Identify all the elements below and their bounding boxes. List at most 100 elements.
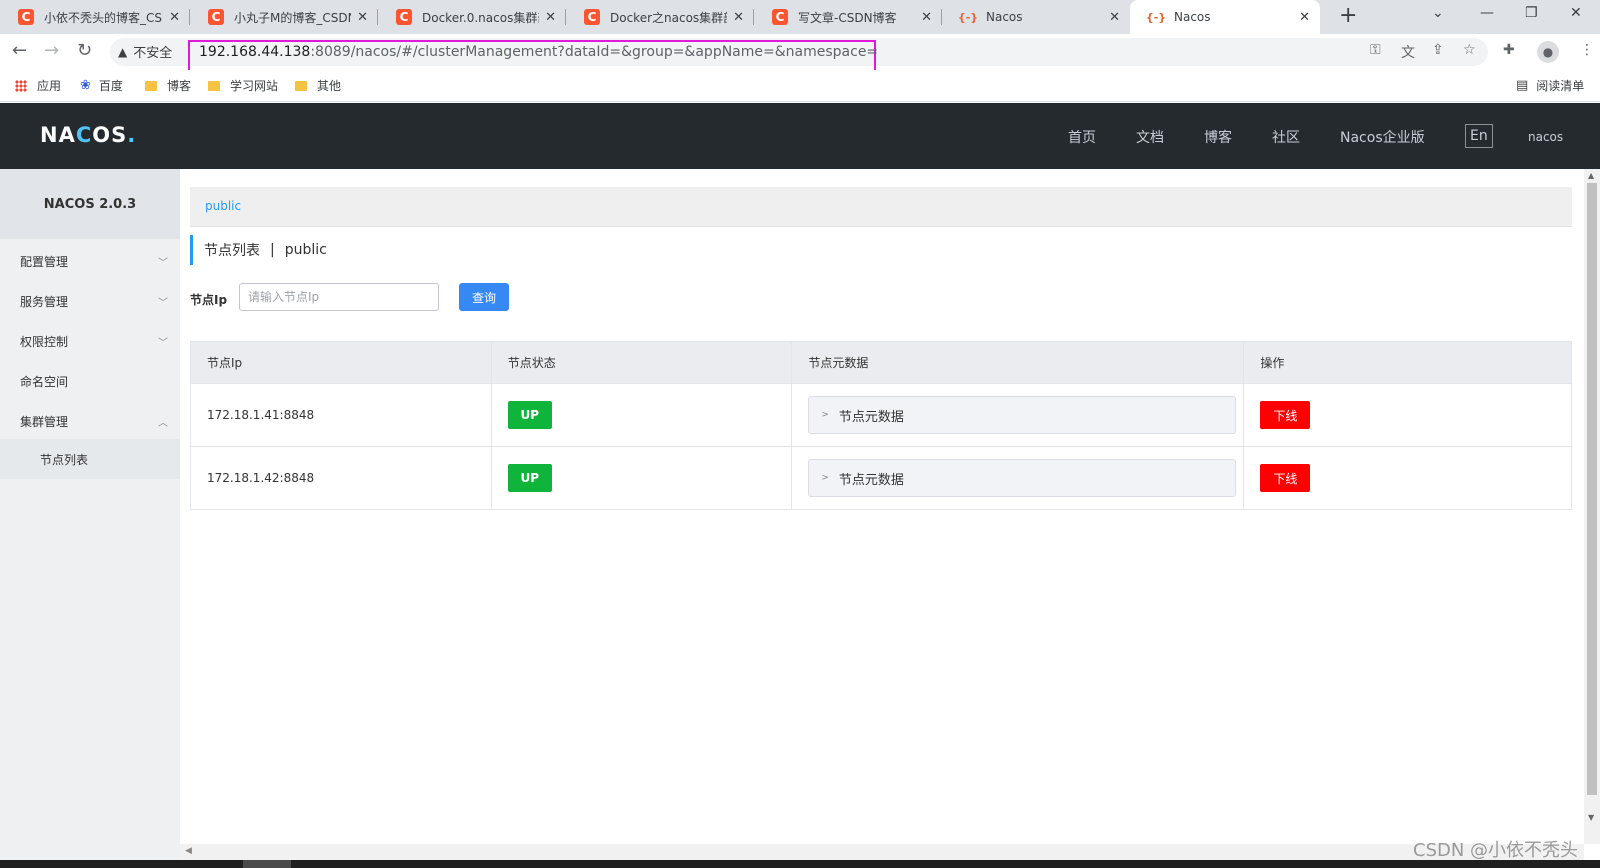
offline-button[interactable]: 下线 <box>1260 401 1311 429</box>
table-row: 172.18.1.42:8848 UP > 节点元数据 下线 <box>190 446 1572 510</box>
reading-list[interactable]: ▤ 阅读清单 <box>1516 77 1584 94</box>
metadata-label: 节点元数据 <box>838 472 904 488</box>
bookmark-baidu[interactable]: ❀ 百度 <box>80 77 123 94</box>
offline-button[interactable]: 下线 <box>1260 464 1311 492</box>
bookmark-folder-blog[interactable]: 博客 <box>145 77 191 94</box>
restore-icon[interactable]: ❐ <box>1525 5 1538 21</box>
reading-list-icon: ▤ <box>1516 78 1529 93</box>
logo-part: NA <box>40 123 76 147</box>
query-button[interactable]: 查询 <box>459 283 509 311</box>
extensions-icon[interactable]: ✚ <box>1503 42 1515 58</box>
sidebar-item-label: 集群管理 <box>20 414 69 429</box>
window-close-icon[interactable]: ✕ <box>1570 5 1582 21</box>
nacos-logo[interactable]: NACOS. <box>40 123 136 147</box>
scroll-up-icon[interactable]: ▲ <box>1588 171 1594 180</box>
baidu-paw-icon: ❀ <box>80 78 91 93</box>
bookmark-apps[interactable]: 应用 <box>15 77 61 94</box>
scrollbar-thumb[interactable] <box>1587 183 1597 795</box>
browser-tab[interactable]: C 小依不秃头的博客_CSDN ✕ <box>0 0 190 34</box>
profile-avatar[interactable]: ● <box>1537 41 1559 63</box>
minimize-icon[interactable]: — <box>1480 5 1494 21</box>
scroll-down-icon[interactable]: ▼ <box>1588 813 1594 822</box>
close-icon[interactable]: ✕ <box>733 10 744 25</box>
browser-tab-active[interactable]: {-} Nacos ✕ <box>1130 0 1320 34</box>
tab-title: Nacos <box>1174 10 1211 24</box>
browser-tab[interactable]: {-} Nacos ✕ <box>942 0 1130 34</box>
browser-tab[interactable]: C Docker.0.nacos集群部 ✕ <box>378 0 566 34</box>
bookmark-folder-other[interactable]: 其他 <box>295 77 341 94</box>
close-icon[interactable]: ✕ <box>921 10 932 25</box>
sidebar-item-config[interactable]: 配置管理 ﹀ <box>0 241 180 281</box>
close-icon[interactable]: ✕ <box>1299 10 1310 25</box>
sidebar-item-label: 配置管理 <box>20 254 69 269</box>
column-header-ip: 节点Ip <box>190 341 492 384</box>
node-ip-cell: 172.18.1.42:8848 <box>190 446 492 510</box>
more-menu-icon[interactable]: ⋮ <box>1580 42 1594 58</box>
tab-search-icon[interactable]: ⌄ <box>1432 5 1444 21</box>
nav-docs[interactable]: 文档 <box>1136 127 1164 147</box>
forward-icon[interactable]: → <box>44 40 59 61</box>
horizontal-scrollbar[interactable]: ◀ <box>180 844 1584 860</box>
logo-part: . <box>127 123 137 147</box>
sidebar-item-service[interactable]: 服务管理 ﹀ <box>0 281 180 321</box>
column-header-metadata: 节点元数据 <box>791 341 1245 384</box>
person-icon: ● <box>1542 45 1554 59</box>
tab-title: Docker.0.nacos集群部 <box>422 10 540 25</box>
translate-icon[interactable]: 文 <box>1401 42 1415 62</box>
browser-tab[interactable]: C 小丸子M的博客_CSDN ✕ <box>190 0 378 34</box>
security-indicator[interactable]: ▲ 不安全 <box>118 42 172 62</box>
reload-icon[interactable]: ↻ <box>77 40 92 61</box>
sidebar-item-label: 权限控制 <box>20 334 69 349</box>
table-header-row: 节点Ip 节点状态 节点元数据 操作 <box>190 341 1572 384</box>
close-icon[interactable]: ✕ <box>169 10 180 25</box>
sidebar-item-namespace[interactable]: 命名空间 <box>0 361 180 401</box>
url-path: :8089/nacos/#/clusterManagement?dataId=&… <box>310 44 879 60</box>
sidebar-title: NACOS 2.0.3 <box>0 169 180 239</box>
close-icon[interactable]: ✕ <box>1109 10 1120 25</box>
metadata-collapse[interactable]: > 节点元数据 <box>808 459 1237 497</box>
action-cell: 下线 <box>1243 446 1572 510</box>
new-tab-icon[interactable]: + <box>1339 3 1357 28</box>
logo-part: OS <box>92 123 128 147</box>
nav-home[interactable]: 首页 <box>1068 127 1096 147</box>
key-icon[interactable]: ⚿ <box>1370 42 1381 58</box>
close-icon[interactable]: ✕ <box>357 10 368 25</box>
nav-blog[interactable]: 博客 <box>1204 127 1232 147</box>
metadata-label: 节点元数据 <box>838 409 904 425</box>
metadata-collapse[interactable]: > 节点元数据 <box>808 396 1237 434</box>
nav-community[interactable]: 社区 <box>1272 127 1300 147</box>
browser-tab[interactable]: C 写文章-CSDN博客 ✕ <box>754 0 942 34</box>
sidebar-item-auth[interactable]: 权限控制 ﹀ <box>0 321 180 361</box>
star-icon[interactable]: ☆ <box>1463 42 1476 58</box>
bookmark-folder-learning[interactable]: 学习网站 <box>208 77 278 94</box>
node-table: 节点Ip 节点状态 节点元数据 操作 172.18.1.41:8848 UP >… <box>190 341 1572 510</box>
namespace-link-public[interactable]: public <box>205 199 241 213</box>
scroll-left-icon[interactable]: ◀ <box>185 846 192 856</box>
vertical-scrollbar[interactable]: ▲ ▼ <box>1584 169 1600 844</box>
folder-icon <box>208 80 220 91</box>
back-icon[interactable]: ← <box>12 40 27 61</box>
url-text[interactable]: 192.168.44.138:8089/nacos/#/clusterManag… <box>199 44 878 60</box>
reading-list-label: 阅读清单 <box>1536 79 1585 93</box>
bookmark-label: 其他 <box>317 79 342 93</box>
browser-tab[interactable]: C Docker之nacos集群部 ✕ <box>566 0 754 34</box>
chevron-down-icon: ﹀ <box>158 297 168 309</box>
tab-title: Nacos <box>986 10 1023 24</box>
nav-enterprise[interactable]: Nacos企业版 <box>1340 127 1425 147</box>
sidebar: NACOS 2.0.3 配置管理 ﹀ 服务管理 ﹀ 权限控制 ﹀ 命名空间 集群… <box>0 169 180 868</box>
share-icon[interactable]: ⇪ <box>1432 42 1444 58</box>
main-content: public 节点列表 | public 节点Ip 查询 节点Ip 节点状态 节… <box>180 169 1584 844</box>
tab-title: 小依不秃头的博客_CSDN <box>44 10 163 25</box>
sidebar-item-cluster[interactable]: 集群管理 ︿ <box>0 401 180 441</box>
namespace-bar: public <box>190 187 1572 227</box>
sidebar-subitem-node-list[interactable]: 节点列表 <box>0 439 180 479</box>
close-icon[interactable]: ✕ <box>545 10 556 25</box>
csdn-icon: C <box>18 9 34 25</box>
node-ip-input[interactable] <box>239 283 439 311</box>
browser-toolbar: ← → ↻ ▲ 不安全 192.168.44.138:8089/nacos/#/… <box>0 34 1600 86</box>
tab-title: 小丸子M的博客_CSDN <box>234 10 352 25</box>
user-name[interactable]: nacos <box>1528 130 1563 144</box>
taskbar-item[interactable] <box>243 860 291 868</box>
csdn-icon: C <box>584 9 600 25</box>
language-toggle[interactable]: En <box>1465 124 1493 148</box>
